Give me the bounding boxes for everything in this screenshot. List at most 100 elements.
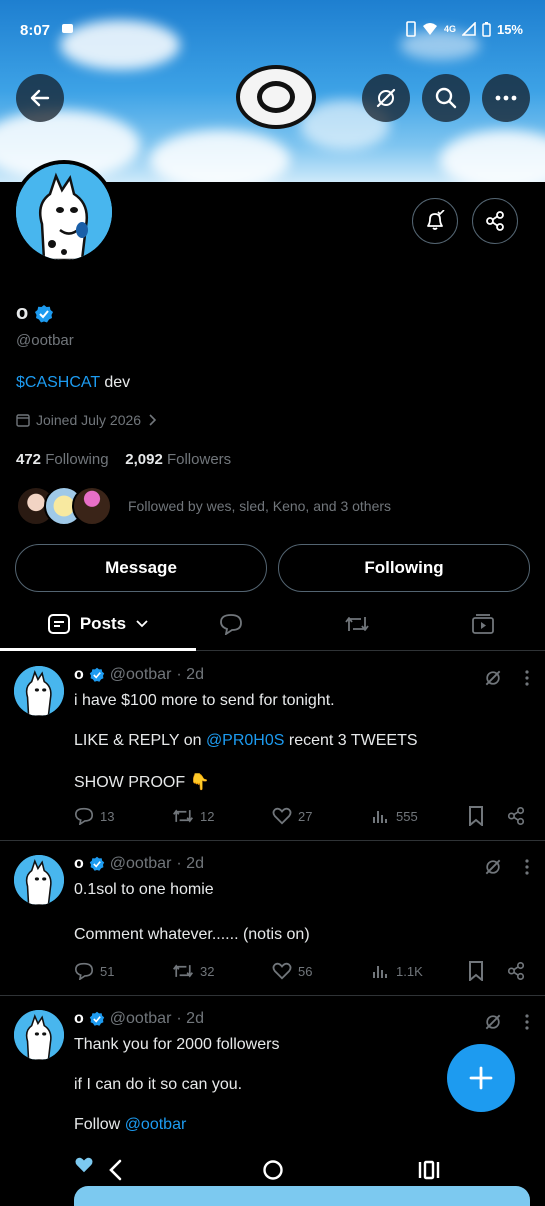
post-text-line: Thank you for 2000 followers <box>74 1036 280 1053</box>
reply-icon <box>74 962 94 980</box>
grok-icon[interactable] <box>483 668 503 688</box>
compose-post-button[interactable] <box>447 1044 515 1112</box>
followers-count: 2,092 <box>125 451 163 468</box>
tab-replies[interactable] <box>196 598 266 650</box>
heart-icon <box>272 807 292 825</box>
nav-recents-button[interactable] <box>414 1150 444 1190</box>
like-button[interactable]: 56 <box>272 962 372 980</box>
more-options-button[interactable] <box>482 74 530 122</box>
joined-date[interactable]: Joined July 2026 <box>16 412 157 428</box>
profile-bio: $CASHCAT dev <box>16 374 130 392</box>
status-time: 8:07 <box>20 22 51 39</box>
repost-count: 12 <box>200 808 215 824</box>
repost-button[interactable]: 32 <box>172 962 272 980</box>
grok-icon[interactable] <box>483 857 503 877</box>
share-profile-button[interactable] <box>472 198 518 244</box>
media-icon <box>472 614 494 634</box>
status-bar: 8:07 4G 15% <box>0 0 545 60</box>
tab-posts-label: Posts <box>79 614 127 633</box>
post-author-handle: @ootbar <box>109 666 172 683</box>
reply-button[interactable]: 13 <box>74 807 172 825</box>
post-text: Follow <box>74 1116 125 1133</box>
profile-avatar[interactable] <box>12 160 116 264</box>
tab-active-indicator <box>0 648 196 651</box>
tab-media[interactable] <box>448 598 518 650</box>
post-header: o @ootbar · 2d <box>74 666 204 684</box>
followed-by-text: Followed by wes, sled, Keno, and 3 other… <box>128 498 392 514</box>
profile-tabs: Posts <box>0 598 545 651</box>
reply-icon <box>74 807 94 825</box>
followed-by-row[interactable]: Followed by wes, sled, Keno, and 3 other… <box>16 484 391 528</box>
following-count-link[interactable]: 472 Following <box>16 451 109 468</box>
post-avatar[interactable] <box>14 855 64 905</box>
posts-tab-icon <box>47 614 70 634</box>
post-header: o @ootbar · 2d <box>74 1010 204 1028</box>
post-author-name[interactable]: o <box>74 1010 84 1028</box>
calendar-icon <box>16 414 30 427</box>
post-time: · 2d <box>176 666 204 683</box>
post-text-line: 0.1sol to one homie <box>74 881 214 898</box>
nav-home-button[interactable] <box>258 1150 288 1190</box>
search-button[interactable] <box>422 74 470 122</box>
bell-check-icon <box>427 210 445 230</box>
signal-icon <box>461 22 476 36</box>
arrow-left-icon <box>30 89 50 107</box>
repost-icon <box>173 809 193 823</box>
view-count: 1.1K <box>396 963 423 979</box>
wifi-calling-icon <box>422 23 437 35</box>
post-more-icon[interactable] <box>525 670 529 686</box>
post-more-icon[interactable] <box>525 859 529 875</box>
nav-back-button[interactable] <box>100 1150 130 1190</box>
bookmark-icon[interactable] <box>468 806 484 826</box>
heart-icon <box>272 962 292 980</box>
giraffe-avatar-image <box>16 164 112 260</box>
followers-count-link[interactable]: 2,092 Followers <box>125 451 231 468</box>
reply-bubble-icon <box>220 614 242 635</box>
post-time: · 2d <box>176 1010 204 1027</box>
share-icon[interactable] <box>506 806 526 826</box>
post-text-line: i have $100 more to send for tonight. <box>74 692 335 709</box>
post-avatar[interactable] <box>14 1010 64 1060</box>
display-name: o <box>16 302 29 324</box>
post-author-name[interactable]: o <box>74 666 84 684</box>
views-button[interactable]: 1.1K <box>372 962 468 980</box>
reply-button[interactable]: 51 <box>74 962 172 980</box>
post-author-name[interactable]: o <box>74 855 84 873</box>
post-card[interactable]: o @ootbar · 2d 0.1sol to one homie Comme… <box>0 841 545 996</box>
bookmark-icon[interactable] <box>468 961 484 981</box>
verified-badge-icon <box>89 667 104 682</box>
follower-avatar <box>72 486 112 526</box>
post-text-line: LIKE & REPLY on @PR0H0S recent 3 TWEETS <box>74 732 418 750</box>
followers-label: Followers <box>166 451 232 468</box>
like-button[interactable]: 27 <box>272 807 372 825</box>
views-button[interactable]: 555 <box>372 807 468 825</box>
profile-handle: @ootbar <box>16 332 74 349</box>
repost-button[interactable]: 12 <box>172 807 272 825</box>
back-button[interactable] <box>16 74 64 122</box>
post-avatar[interactable] <box>14 666 64 716</box>
grok-button[interactable] <box>362 74 410 122</box>
network-type: 4G <box>443 24 456 34</box>
post-author-handle: @ootbar <box>109 1010 172 1027</box>
message-button[interactable]: Message <box>15 544 267 592</box>
post-text: LIKE & REPLY on <box>74 732 206 749</box>
tab-reposts[interactable] <box>322 598 392 650</box>
reply-count: 13 <box>100 808 115 824</box>
grok-icon[interactable] <box>483 1012 503 1032</box>
post-card[interactable]: o @ootbar · 2d i have $100 more to send … <box>0 652 545 841</box>
share-icon[interactable] <box>506 961 526 981</box>
post-mention-link[interactable]: @PR0H0S <box>206 732 285 749</box>
post-mention-link[interactable]: @ootbar <box>125 1116 187 1133</box>
like-count: 56 <box>298 963 313 979</box>
chevron-down-icon <box>136 620 148 628</box>
tab-posts[interactable]: Posts <box>0 598 196 650</box>
post-more-icon[interactable] <box>525 1014 529 1030</box>
following-button[interactable]: Following <box>278 544 530 592</box>
vibrate-icon <box>406 21 416 37</box>
like-count: 27 <box>298 808 313 824</box>
post-text: recent 3 TWEETS <box>284 732 418 749</box>
bio-cashtag-link[interactable]: $CASHCAT <box>16 374 100 391</box>
post-text-line: Follow @ootbar <box>74 1116 186 1134</box>
notifications-button[interactable] <box>412 198 458 244</box>
bio-text: dev <box>99 374 131 391</box>
